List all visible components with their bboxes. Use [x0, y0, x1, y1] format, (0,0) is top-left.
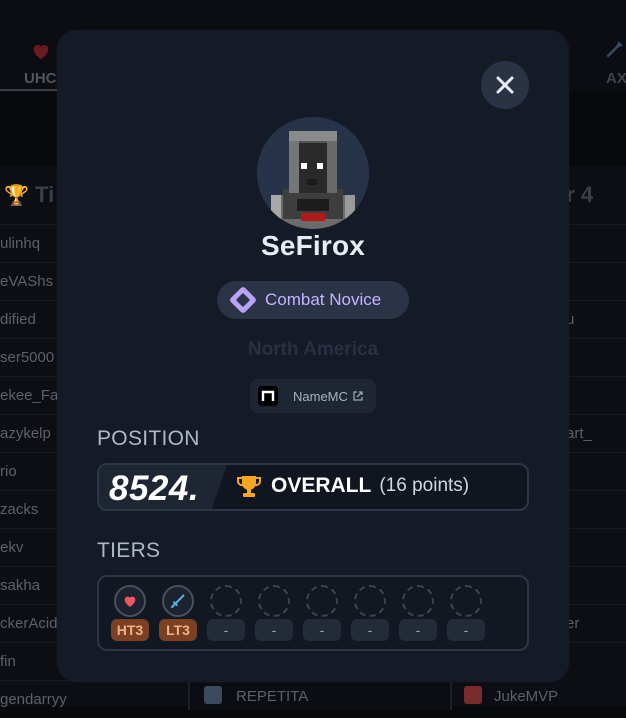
overall-summary: OVERALL (16 points) [236, 474, 469, 498]
position-box: 8524. OVERALL (16 points) [97, 463, 529, 511]
bg-left-column-heading: 🏆 Ti [4, 182, 55, 207]
position-heading: POSITION [97, 427, 200, 450]
tier-slot: - [207, 585, 245, 641]
tier-slot: - [399, 585, 437, 641]
empty-slot-icon [306, 585, 338, 617]
bg-middle-column [188, 680, 452, 710]
tier-label: - [207, 619, 245, 641]
player-name: SeFirox [260, 230, 366, 261]
namemc-logo-icon [258, 386, 278, 406]
tier-label: - [255, 619, 293, 641]
points-label: (16 points) [379, 475, 470, 496]
position-number: 8524. [109, 469, 200, 508]
tier-label: - [303, 619, 341, 641]
empty-slot-icon [258, 585, 290, 617]
avatar [464, 686, 482, 704]
tiers-heading: TIERS [97, 539, 161, 562]
tier-label: - [447, 619, 485, 641]
tier-slot[interactable]: HT3 [111, 585, 149, 641]
tier-slot: - [447, 585, 485, 641]
empty-slot-icon [354, 585, 386, 617]
bg-bottom-mid-name: REPETITA [236, 688, 309, 705]
heart-icon [33, 45, 49, 60]
tier-label: HT3 [111, 619, 149, 641]
tier-label: - [399, 619, 437, 641]
player-skin-render [257, 117, 369, 229]
sword-icon [162, 585, 194, 617]
player-avatar [257, 117, 369, 229]
diamond-rank-icon [230, 287, 256, 313]
bg-tab-axe[interactable]: AX [606, 70, 626, 87]
rank-badge: Combat Novice [217, 281, 409, 319]
namemc-label: NameMC [293, 388, 348, 404]
tier-slot: - [255, 585, 293, 641]
empty-slot-icon [450, 585, 482, 617]
player-profile-modal: SeFirox Combat Novice North America Name… [57, 30, 569, 682]
empty-slot-icon [210, 585, 242, 617]
tier-slot: - [351, 585, 389, 641]
overall-label: OVERALL [271, 474, 372, 497]
player-region: North America [247, 339, 379, 360]
bg-bottom-right-name: JukeMVP [494, 688, 559, 705]
tier-label: LT3 [159, 619, 197, 641]
trophy-icon [237, 476, 261, 497]
bg-tab-uhc[interactable]: UHC [24, 70, 57, 87]
tier-slot[interactable]: LT3 [159, 585, 197, 641]
tiers-box: HT3 LT3- - - - - - [97, 575, 529, 651]
sword-icon [606, 41, 623, 58]
close-button[interactable] [481, 61, 529, 109]
external-link-icon [353, 391, 363, 401]
empty-slot-icon [402, 585, 434, 617]
namemc-link-button[interactable]: NameMC [250, 379, 376, 413]
heart-icon [114, 585, 146, 617]
rank-label: Combat Novice [265, 290, 382, 309]
close-icon [496, 76, 514, 94]
avatar [204, 686, 222, 704]
tier-label: - [351, 619, 389, 641]
bg-left-row[interactable]: gendarryy [0, 680, 188, 718]
tier-slot: - [303, 585, 341, 641]
